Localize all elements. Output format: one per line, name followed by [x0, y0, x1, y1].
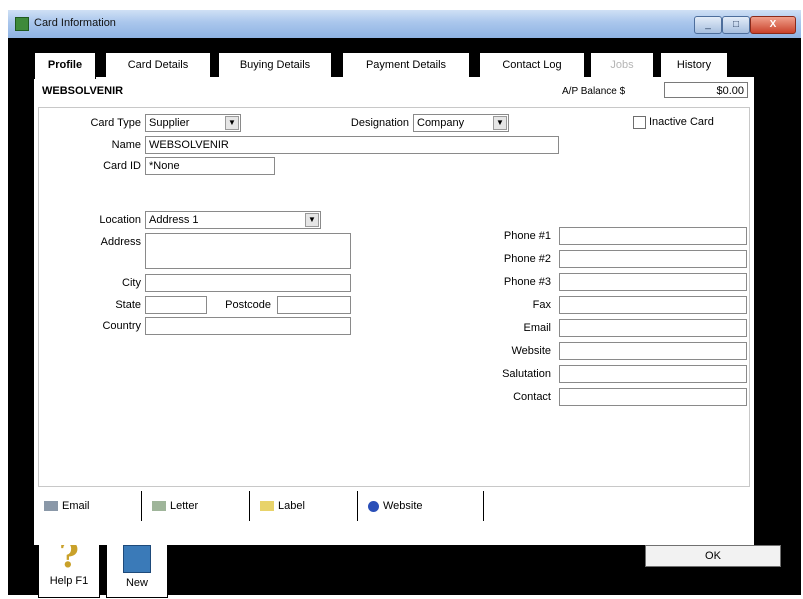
card-type-label: Card Type	[90, 117, 141, 129]
company-name-header: WEBSOLVENIR	[42, 85, 124, 97]
salutation-field[interactable]	[559, 365, 747, 383]
tab-buying-details[interactable]: Buying Details	[218, 52, 332, 77]
city-label: City	[122, 277, 141, 289]
chevron-down-icon: ▼	[225, 116, 239, 130]
website-label: Website	[511, 345, 551, 357]
location-value: Address 1	[149, 214, 199, 226]
help-button-label: Help F1	[49, 575, 89, 587]
globe-icon	[368, 500, 379, 512]
ok-button[interactable]: OK	[645, 545, 781, 567]
label-tab-label: Label	[278, 500, 305, 512]
fax-label: Fax	[532, 299, 551, 311]
website-tab-label: Website	[383, 500, 423, 512]
minimize-button[interactable]: _	[694, 16, 722, 34]
email-icon	[44, 501, 58, 511]
postcode-field[interactable]	[277, 296, 351, 314]
card-file-icon	[15, 17, 29, 31]
country-label: Country	[102, 320, 141, 332]
state-field[interactable]	[145, 296, 207, 314]
profile-panel: WEBSOLVENIR A/P Balance $ $0.00 Card Typ…	[34, 77, 754, 545]
new-button[interactable]: New	[106, 536, 168, 598]
phone1-field[interactable]	[559, 227, 747, 245]
country-field[interactable]	[145, 317, 351, 335]
tab-contact-log[interactable]: Contact Log	[479, 52, 585, 77]
inactive-card-label: Inactive Card	[649, 116, 714, 128]
phone3-field[interactable]	[559, 273, 747, 291]
tab-history[interactable]: History	[660, 52, 728, 77]
balance-value: $0.00	[664, 82, 748, 98]
designation-value: Company	[417, 117, 465, 129]
title-bar: Card Information _ □ X	[8, 10, 801, 38]
salutation-label: Salutation	[502, 368, 551, 380]
name-field[interactable]: WEBSOLVENIR	[145, 136, 559, 154]
card-id-label: Card ID	[103, 160, 141, 172]
state-label: State	[115, 299, 141, 311]
new-card-icon	[123, 545, 151, 573]
phone2-field[interactable]	[559, 250, 747, 268]
fax-field[interactable]	[559, 296, 747, 314]
website-field[interactable]	[559, 342, 747, 360]
postcode-label: Postcode	[225, 299, 271, 311]
letter-tab[interactable]: Letter	[142, 491, 250, 521]
balance-label: A/P Balance $	[562, 86, 626, 97]
email-field[interactable]	[559, 319, 747, 337]
letter-tab-label: Letter	[170, 500, 199, 512]
tab-card-details[interactable]: Card Details	[105, 52, 211, 77]
phone1-label: Phone #1	[503, 230, 551, 242]
letter-icon	[152, 501, 166, 511]
chevron-down-icon: ▼	[305, 213, 319, 227]
location-select[interactable]: Address 1 ▼	[145, 211, 321, 229]
chevron-down-icon: ▼	[493, 116, 507, 130]
contact-field[interactable]	[559, 388, 747, 406]
contact-label: Contact	[513, 391, 551, 403]
help-button[interactable]: ? Help F1	[38, 536, 100, 598]
city-field[interactable]	[145, 274, 351, 292]
email-tab[interactable]: Email	[34, 491, 142, 521]
card-type-value: Supplier	[149, 117, 190, 129]
card-information-window: Card Information _ □ X Profile Card Deta…	[8, 10, 801, 598]
address-field[interactable]	[145, 233, 351, 269]
label-icon	[260, 501, 274, 511]
card-id-field[interactable]: *None	[145, 157, 275, 175]
window-title: Card Information	[34, 17, 116, 29]
tab-payment-details[interactable]: Payment Details	[342, 52, 470, 77]
designation-select[interactable]: Company ▼	[413, 114, 509, 132]
inactive-card-checkbox[interactable]	[633, 116, 646, 129]
website-tab[interactable]: Website	[358, 491, 484, 521]
close-button[interactable]: X	[750, 16, 796, 34]
card-type-select[interactable]: Supplier ▼	[145, 114, 241, 132]
new-button-label: New	[125, 577, 148, 589]
email-tab-label: Email	[62, 500, 90, 512]
designation-label: Designation	[350, 117, 409, 129]
phone3-label: Phone #3	[503, 276, 551, 288]
tab-jobs[interactable]: Jobs	[590, 52, 654, 77]
location-label: Location	[99, 214, 141, 226]
address-label: Address	[100, 236, 141, 248]
name-label: Name	[111, 139, 141, 151]
maximize-button[interactable]: □	[722, 16, 750, 34]
profile-form: Card Type Supplier ▼ Designation Company…	[38, 107, 750, 487]
email-label: Email	[523, 322, 551, 334]
phone2-label: Phone #2	[503, 253, 551, 265]
tab-profile[interactable]: Profile	[34, 52, 96, 79]
label-tab[interactable]: Label	[250, 491, 358, 521]
